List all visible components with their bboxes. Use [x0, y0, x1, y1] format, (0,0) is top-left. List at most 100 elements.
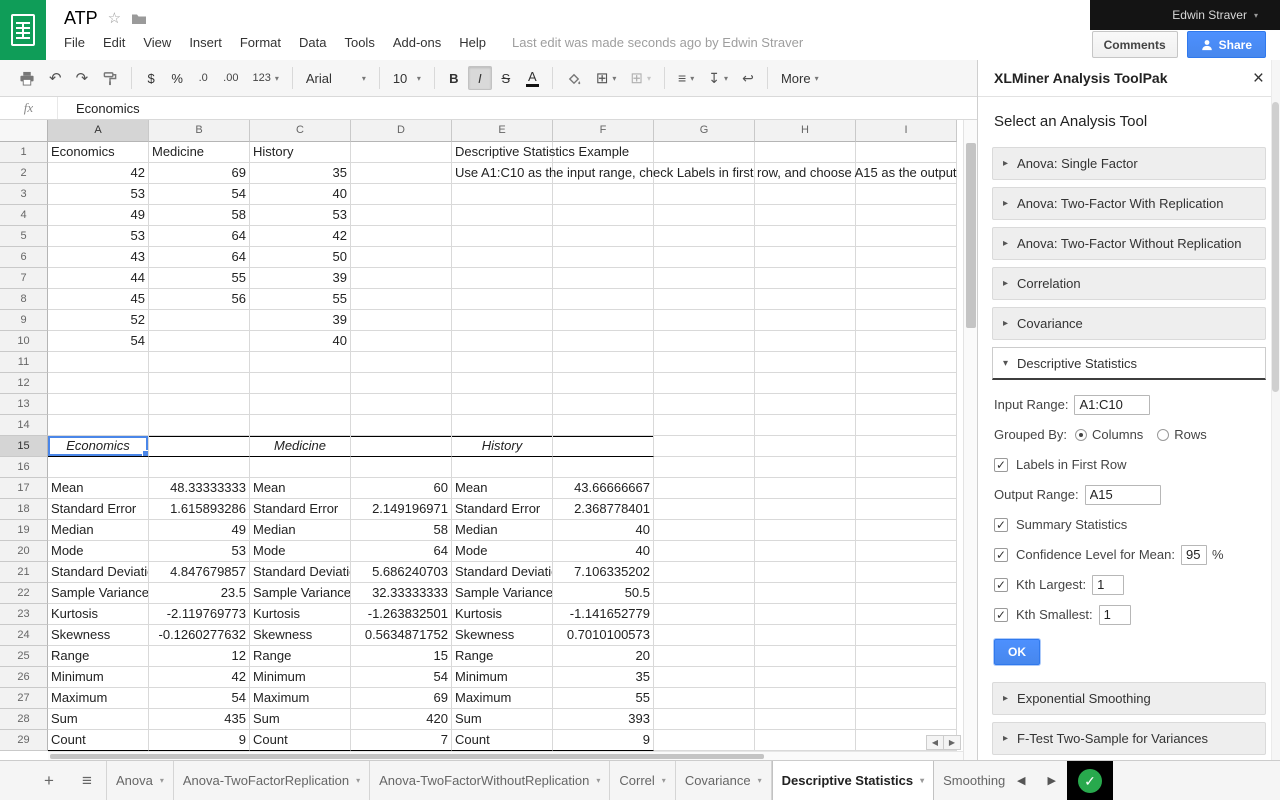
- cell-B28[interactable]: 435: [149, 709, 250, 730]
- row-header-14[interactable]: 14: [0, 415, 48, 436]
- decrease-decimal-button[interactable]: .0: [191, 66, 215, 90]
- cell-C7[interactable]: 39: [250, 268, 351, 289]
- cell-A7[interactable]: 44: [48, 268, 149, 289]
- cell-F23[interactable]: -1.141652779: [553, 604, 654, 625]
- cell-D14[interactable]: [351, 415, 452, 436]
- tool-covariance[interactable]: ▸ Covariance: [992, 307, 1266, 340]
- cell-H18[interactable]: [755, 499, 856, 520]
- cell-C18[interactable]: Standard Error: [250, 499, 351, 520]
- tab-menu-icon[interactable]: ▾: [356, 776, 360, 785]
- cell-G13[interactable]: [654, 394, 755, 415]
- cell-B23[interactable]: -2.119769773: [149, 604, 250, 625]
- account-menu[interactable]: Edwin Straver ▾: [1090, 0, 1280, 30]
- column-header-C[interactable]: C: [250, 120, 351, 142]
- row-header-3[interactable]: 3: [0, 184, 48, 205]
- cell-I21[interactable]: [856, 562, 957, 583]
- row-header-18[interactable]: 18: [0, 499, 48, 520]
- cell-I19[interactable]: [856, 520, 957, 541]
- cell-H29[interactable]: [755, 730, 856, 751]
- cell-G18[interactable]: [654, 499, 755, 520]
- print-button[interactable]: [13, 66, 41, 90]
- add-sheet-button[interactable]: +: [30, 761, 68, 800]
- tab-correl[interactable]: Correl ▾: [610, 761, 675, 800]
- cell-D20[interactable]: 64: [351, 541, 452, 562]
- cell-F7[interactable]: [553, 268, 654, 289]
- row-header-28[interactable]: 28: [0, 709, 48, 730]
- cell-I27[interactable]: [856, 688, 957, 709]
- column-header-F[interactable]: F: [553, 120, 654, 142]
- cell-E25[interactable]: Range: [452, 646, 553, 667]
- cell-F14[interactable]: [553, 415, 654, 436]
- cell-G25[interactable]: [654, 646, 755, 667]
- cell-G7[interactable]: [654, 268, 755, 289]
- cell-D3[interactable]: [351, 184, 452, 205]
- row-header-8[interactable]: 8: [0, 289, 48, 310]
- cell-F25[interactable]: 20: [553, 646, 654, 667]
- cell-F22[interactable]: 50.5: [553, 583, 654, 604]
- cell-H27[interactable]: [755, 688, 856, 709]
- cell-D29[interactable]: 7: [351, 730, 452, 751]
- cell-I14[interactable]: [856, 415, 957, 436]
- cell-A20[interactable]: Mode: [48, 541, 149, 562]
- sheets-logo[interactable]: [0, 0, 46, 60]
- cell-A3[interactable]: 53: [48, 184, 149, 205]
- column-header-E[interactable]: E: [452, 120, 553, 142]
- cell-A22[interactable]: Sample Variance: [48, 583, 149, 604]
- cell-I5[interactable]: [856, 226, 957, 247]
- tab-scroll-right-button[interactable]: ▶: [1036, 761, 1066, 800]
- cell-H17[interactable]: [755, 478, 856, 499]
- row-header-9[interactable]: 9: [0, 310, 48, 331]
- cell-D1[interactable]: [351, 142, 452, 163]
- cell-A1[interactable]: Economics: [48, 142, 149, 163]
- cell-C12[interactable]: [250, 373, 351, 394]
- sidebar-scroll-thumb[interactable]: [1272, 102, 1279, 392]
- cell-B21[interactable]: 4.847679857: [149, 562, 250, 583]
- tab-smoothing[interactable]: Smoothing ▾: [934, 761, 1006, 800]
- cell-H12[interactable]: [755, 373, 856, 394]
- cell-B20[interactable]: 53: [149, 541, 250, 562]
- cell-H20[interactable]: [755, 541, 856, 562]
- cell-E18[interactable]: Standard Error: [452, 499, 553, 520]
- row-header-21[interactable]: 21: [0, 562, 48, 583]
- cell-I16[interactable]: [856, 457, 957, 478]
- cell-H23[interactable]: [755, 604, 856, 625]
- tool-f-test-two-sample[interactable]: ▸ F-Test Two-Sample for Variances: [992, 722, 1266, 755]
- horizontal-align-button[interactable]: ≡ ▾: [672, 66, 700, 90]
- merge-cells-button[interactable]: ⊞ ▾: [624, 66, 657, 90]
- cell-H24[interactable]: [755, 625, 856, 646]
- row-header-24[interactable]: 24: [0, 625, 48, 646]
- cell-I18[interactable]: [856, 499, 957, 520]
- tab-menu-icon[interactable]: ▾: [662, 776, 666, 785]
- cell-H4[interactable]: [755, 205, 856, 226]
- cell-G6[interactable]: [654, 247, 755, 268]
- cell-D15[interactable]: [351, 436, 452, 457]
- menu-file[interactable]: File: [64, 35, 85, 50]
- row-header-7[interactable]: 7: [0, 268, 48, 289]
- cell-D12[interactable]: [351, 373, 452, 394]
- row-header-22[interactable]: 22: [0, 583, 48, 604]
- cell-H11[interactable]: [755, 352, 856, 373]
- cell-E17[interactable]: Mean: [452, 478, 553, 499]
- cell-A2[interactable]: 42: [48, 163, 149, 184]
- cell-G12[interactable]: [654, 373, 755, 394]
- cell-C19[interactable]: Median: [250, 520, 351, 541]
- cell-B2[interactable]: 69: [149, 163, 250, 184]
- menu-help[interactable]: Help: [459, 35, 486, 50]
- cell-H16[interactable]: [755, 457, 856, 478]
- cell-F6[interactable]: [553, 247, 654, 268]
- tab-anova[interactable]: Anova ▾: [106, 761, 174, 800]
- cell-A16[interactable]: [48, 457, 149, 478]
- cell-H25[interactable]: [755, 646, 856, 667]
- cell-D19[interactable]: 58: [351, 520, 452, 541]
- more-formats-button[interactable]: 123 ▾: [246, 66, 284, 90]
- labels-first-row-checkbox[interactable]: ✓: [994, 458, 1008, 472]
- tab-anova-twofactorwithoutreplication[interactable]: Anova-TwoFactorWithoutReplication ▾: [370, 761, 610, 800]
- row-header-29[interactable]: 29: [0, 730, 48, 751]
- vscroll-thumb[interactable]: [966, 143, 976, 328]
- cell-D25[interactable]: 15: [351, 646, 452, 667]
- cell-D26[interactable]: 54: [351, 667, 452, 688]
- columns-radio[interactable]: [1075, 429, 1087, 441]
- cell-C13[interactable]: [250, 394, 351, 415]
- cell-F10[interactable]: [553, 331, 654, 352]
- cell-F12[interactable]: [553, 373, 654, 394]
